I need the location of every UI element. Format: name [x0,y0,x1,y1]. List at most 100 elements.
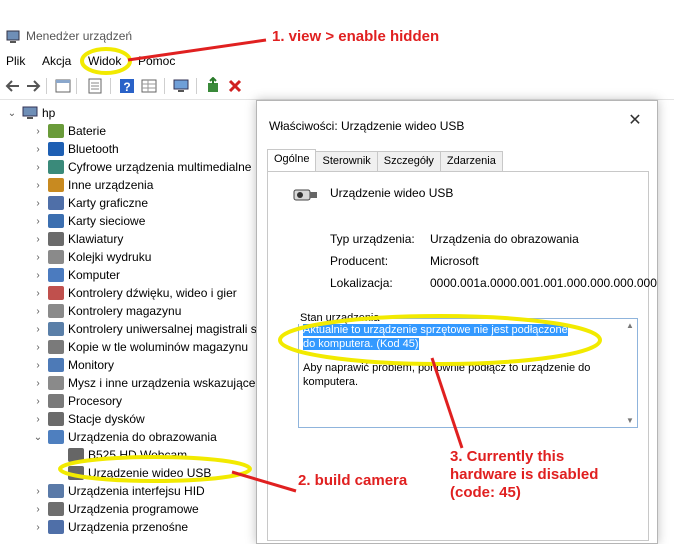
prop-location-label: Lokalizacja: [330,276,393,290]
tree-category-item[interactable]: › Mysz i inne urządzenia wskazujące [32,374,255,392]
scan-hardware-icon[interactable] [172,77,190,95]
update-driver-icon[interactable] [204,77,222,95]
chevron-right-icon[interactable]: › [32,126,44,137]
tree-category-item[interactable]: › Karty sieciowe [32,212,145,230]
tree-category-item[interactable]: › Kopie w tle woluminów magazynu [32,338,248,356]
tree-category-item[interactable]: › Kontrolery magazynu [32,302,181,320]
menu-pomoc[interactable]: Pomoc [138,54,175,68]
chevron-right-icon[interactable]: › [32,144,44,155]
device-status-textbox[interactable]: Aktualnie to urządzenie sprzętowe nie je… [298,318,638,428]
forward-arrow-icon[interactable] [24,77,42,95]
menu-widok[interactable]: Widok [88,54,121,68]
category-icon [48,196,64,210]
device-status-group-label: Stan urządzenia [298,312,382,324]
menu-plik[interactable]: Plik [6,54,25,68]
category-icon [48,250,64,264]
tree-device-item[interactable]: Urządzenie wideo USB [52,464,211,482]
prop-type-value: Urządzenia do obrazowania [430,232,579,246]
chevron-right-icon[interactable]: › [32,216,44,227]
chevron-right-icon[interactable]: › [32,288,44,299]
tree-category-item[interactable]: › Kolejki wydruku [32,248,151,266]
chevron-right-icon[interactable]: › [32,180,44,191]
annotation-3-line-2: hardware is disabled [450,466,599,483]
chevron-right-icon[interactable]: › [32,522,44,533]
category-icon [48,124,64,138]
tree-item-label: Urządzenia interfejsu HID [68,484,205,498]
grid-view-icon[interactable] [140,77,158,95]
tree-root-label: hp [42,106,56,120]
tree-category-item[interactable]: ⌄ Urządzenia do obrazowania [32,428,217,446]
tree-item-label: Cyfrowe urządzenia multimedialne [68,160,252,174]
tree-category-item[interactable]: › Baterie [32,122,106,140]
annotation-1: 1. view > enable hidden [272,28,440,45]
tree-item-label: Urządzenie wideo USB [88,466,212,480]
tree-category-item[interactable]: › Urządzenia interfejsu HID [32,482,205,500]
tree-category-item[interactable]: › Stacje dysków [32,410,145,428]
tab-details[interactable]: Szczegóły [376,151,441,171]
chevron-right-icon[interactable]: › [32,324,44,335]
tree-category-item[interactable]: › Inne urządzenia [32,176,153,194]
tree-root[interactable]: ⌄ hp [6,104,56,122]
close-icon[interactable]: ✕ [625,111,645,131]
tree-item-label: Urządzenia programowe [68,502,199,516]
chevron-right-icon[interactable]: › [32,306,44,317]
chevron-down-icon[interactable]: ⌄ [6,108,18,119]
prop-location-value: 0000.001a.0000.001.001.000.000.000.000 [430,276,657,290]
uninstall-icon[interactable] [226,77,244,95]
properties-view-icon[interactable] [54,77,72,95]
tree-category-item[interactable]: › Procesory [32,392,122,410]
scroll-down-icon[interactable]: ▼ [625,416,635,425]
chevron-right-icon[interactable]: › [32,342,44,353]
tree-item-label: Komputer [68,268,121,282]
menu-akcja[interactable]: Akcja [42,54,71,68]
category-icon [48,214,64,228]
tree-category-item[interactable]: › Cyfrowe urządzenia multimedialne [32,158,251,176]
category-icon [48,340,64,354]
category-icon [48,520,64,534]
category-icon [48,322,64,336]
tree-category-item[interactable]: › Klawiatury [32,230,123,248]
tab-events[interactable]: Zdarzenia [439,151,503,171]
tree-category-item[interactable]: › Bluetooth [32,140,119,158]
chevron-right-icon[interactable]: › [32,252,44,263]
tree-category-item[interactable]: › Komputer [32,266,120,284]
back-arrow-icon[interactable] [4,77,22,95]
help-icon[interactable]: ? [118,77,136,95]
tree-category-item[interactable]: › Urządzenia przenośne [32,518,188,536]
tree-item-label: Monitory [68,358,115,372]
webcam-icon [68,448,84,462]
tree-category-item[interactable]: › Urządzenia programowe [32,500,199,518]
chevron-right-icon[interactable]: › [32,414,44,425]
prop-manufacturer-value: Microsoft [430,254,479,268]
category-icon [48,160,64,174]
chevron-right-icon[interactable]: › [32,198,44,209]
tree-category-item[interactable]: › Monitory [32,356,114,374]
chevron-right-icon[interactable]: › [32,378,44,389]
chevron-right-icon[interactable]: › [32,360,44,371]
tree-category-item[interactable]: › Karty graficzne [32,194,148,212]
toolbar: ? [0,72,674,100]
tree-category-item[interactable]: › Kontrolery uniwersalnej magistrali sz [32,320,263,338]
menu-bar: Plik Akcja Widok Pomoc [0,50,674,72]
tree-device-item[interactable]: B525 HD Webcam [52,446,187,464]
chevron-right-icon[interactable]: › [32,486,44,497]
chevron-right-icon[interactable]: › [32,234,44,245]
tree-item-label: Kolejki wydruku [68,250,152,264]
list-view-icon[interactable] [86,77,104,95]
category-icon [48,502,64,516]
chevron-right-icon[interactable]: › [32,270,44,281]
tree-category-item[interactable]: › Kontrolery dźwięku, wideo i gier [32,284,237,302]
tab-driver[interactable]: Sterownik [315,151,378,171]
tree-item-label: Urządzenia przenośne [68,520,189,534]
chevron-right-icon[interactable]: › [32,162,44,173]
dialog-title: Właściwości: Urządzenie wideo USB [269,119,465,133]
tab-general[interactable]: Ogólne [267,149,317,172]
chevron-right-icon[interactable]: › [32,504,44,515]
chevron-right-icon[interactable]: › [32,396,44,407]
tree-item-label: Karty sieciowe [68,214,146,228]
scroll-up-icon[interactable]: ▲ [625,321,635,330]
chevron-down-icon[interactable]: ⌄ [32,432,44,443]
category-icon [48,178,64,192]
tree-item-label: B525 HD Webcam [88,448,188,462]
category-icon [48,142,64,156]
